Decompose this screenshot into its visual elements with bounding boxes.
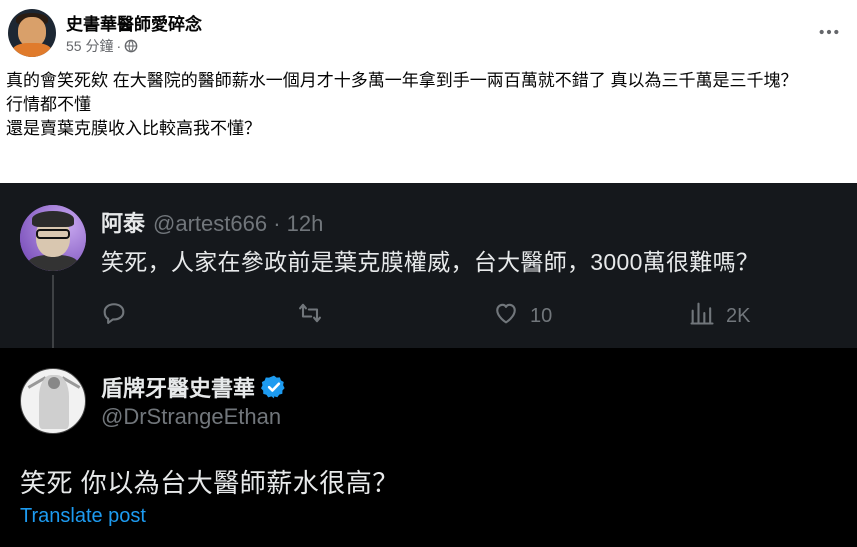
reply-icon <box>100 299 128 333</box>
meta-separator: · <box>116 38 122 54</box>
more-icon <box>818 23 840 41</box>
views-count: 2K <box>726 304 751 327</box>
post-body: 真的會笑死欸 在大醫院的醫師薪水一個月才十多萬一年拿到手一兩百萬就不錯了 真以為… <box>6 69 851 141</box>
post-meta: 55 分鐘 · <box>66 36 138 56</box>
reply-handle: @artest666 · 12h <box>153 211 324 236</box>
main-avatar <box>20 368 86 434</box>
reply-header: 阿泰 @artest666 · 12h <box>101 206 323 238</box>
more-options-button[interactable] <box>815 18 843 46</box>
author-avatar[interactable] <box>8 9 56 57</box>
main-name: 盾牌牙醫史書華 <box>101 376 256 401</box>
like-action: 10 <box>492 299 552 333</box>
reply-actions: 10 2K <box>100 299 780 329</box>
embedded-tweet-image[interactable]: 阿泰 @artest666 · 12h 笑死，人家在參政前是葉克膜權威，台大醫師… <box>0 183 857 547</box>
main-text: 笑死 你以為台大醫師薪水很高？ <box>20 468 399 498</box>
heart-icon <box>492 299 520 333</box>
main-header: 盾牌牙醫史書華 <box>101 371 287 403</box>
verified-icon <box>261 374 287 400</box>
reply-name: 阿泰 <box>101 211 146 236</box>
reply-text: 笑死，人家在參政前是葉克膜權威，台大醫師，3000萬很難嗎？ <box>101 249 760 275</box>
post-line: 還是賣葉克膜收入比較高我不懂？ <box>6 119 261 138</box>
globe-icon <box>124 39 138 53</box>
post-line: 行情都不懂 <box>6 95 91 114</box>
author-name[interactable]: 史書華醫師愛碎念 <box>66 10 202 35</box>
main-handle: @DrStrangeEthan <box>101 404 282 429</box>
reply-avatar <box>20 205 86 271</box>
post-time[interactable]: 55 分鐘 <box>66 36 113 56</box>
like-count: 10 <box>530 304 553 327</box>
retweet-action <box>296 299 324 333</box>
thread-connector <box>52 275 54 348</box>
post-line: 真的會笑死欸 在大醫院的醫師薪水一個月才十多萬一年拿到手一兩百萬就不錯了 真以為… <box>6 71 798 90</box>
post-header: 史書華醫師愛碎念 55 分鐘 · <box>0 0 857 60</box>
views-icon <box>688 299 716 333</box>
retweet-icon <box>296 299 324 333</box>
translate-post-link: Translate post <box>20 505 146 527</box>
reply-action <box>100 299 128 333</box>
views-action: 2K <box>688 299 750 333</box>
